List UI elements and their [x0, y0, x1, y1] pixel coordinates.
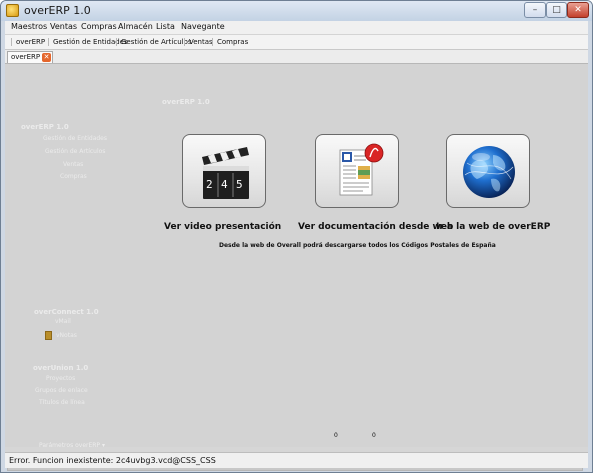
- toolbar-separator: [116, 38, 117, 46]
- menu-bar: Maestros Ventas Compras Almacén Lista Na…: [5, 21, 588, 35]
- close-button[interactable]: ✕: [567, 2, 589, 18]
- globe-icon: [463, 146, 515, 198]
- menu-compras[interactable]: Compras: [81, 22, 117, 31]
- toolbar-separator: [184, 38, 185, 46]
- video-presentation-label[interactable]: Ver video presentación: [164, 222, 281, 232]
- web-overerp-button[interactable]: [446, 134, 530, 208]
- tab-overerp[interactable]: overERP ✕: [7, 51, 53, 63]
- app-icon: [6, 4, 19, 17]
- section-title-overerp: overERP 1.0: [21, 123, 69, 131]
- clapperboard-icon: 2 4 5: [202, 147, 249, 199]
- sidebar-item-gestion-entidades[interactable]: Gestión de Entidades: [43, 135, 107, 142]
- title-bar[interactable]: overERP 1.0 – □ ✕: [1, 1, 592, 21]
- info-text: Desde la web de Overall podrá descargars…: [219, 242, 496, 249]
- header-title: overERP 1.0: [162, 98, 210, 106]
- parameters-dropdown[interactable]: Parámetros overERP ▾: [39, 442, 105, 449]
- main-content: overERP 1.0 overERP 1.0 Gestión de Entid…: [5, 64, 588, 471]
- tab-close-icon[interactable]: ✕: [42, 53, 51, 62]
- sidebar-item-vnotas[interactable]: vNotas: [56, 332, 77, 339]
- status-message: Error. Funcion inexistente: 2c4uvbg3.vcd…: [9, 456, 216, 465]
- menu-maestros[interactable]: Maestros: [11, 22, 47, 31]
- menu-almacen[interactable]: Almacén: [118, 22, 153, 31]
- status-bar: Error. Funcion inexistente: 2c4uvbg3.vcd…: [5, 452, 588, 468]
- toolbar-gestion-articulos[interactable]: Gestión de Artículos: [121, 38, 192, 46]
- toolbar-separator: [11, 38, 12, 46]
- window-title: overERP 1.0: [24, 4, 91, 17]
- web-documentation-label[interactable]: Ver documentación desde web: [298, 222, 453, 232]
- pdf-document-icon: [339, 143, 384, 196]
- svg-text:5: 5: [236, 178, 243, 191]
- web-documentation-button[interactable]: [315, 134, 399, 208]
- svg-text:2: 2: [206, 178, 213, 191]
- maximize-button[interactable]: □: [546, 2, 567, 18]
- tab-label: overERP: [11, 53, 41, 61]
- toolbar-separator: [212, 38, 213, 46]
- menu-ventas[interactable]: Ventas: [50, 22, 77, 31]
- toolbar-separator: [48, 38, 49, 46]
- client-area: Maestros Ventas Compras Almacén Lista Na…: [5, 21, 588, 471]
- web-overerp-label[interactable]: Ir a la web de overERP: [436, 222, 550, 232]
- sidebar-item-proyectos[interactable]: Proyectos: [46, 375, 75, 382]
- menu-lista[interactable]: Lista: [156, 22, 175, 31]
- toolbar-ventas[interactable]: Ventas: [189, 38, 213, 46]
- notes-icon: [45, 331, 52, 340]
- sidebar-item-ventas[interactable]: Ventas: [63, 161, 83, 168]
- sidebar-item-titulos-linea[interactable]: Títulos de línea: [39, 399, 85, 406]
- toolbar: overERP Gestión de Entidades Gestión de …: [5, 35, 588, 50]
- counter-left: 0: [334, 432, 338, 439]
- sidebar-item-grupos-enlace[interactable]: Grupos de enlace: [35, 387, 88, 394]
- menu-navegante[interactable]: Navegante: [181, 22, 225, 31]
- toolbar-overerp[interactable]: overERP: [16, 38, 45, 46]
- minimize-button[interactable]: –: [524, 2, 546, 18]
- sidebar-item-gestion-articulos[interactable]: Gestión de Artículos: [45, 148, 105, 155]
- section-title-overunion: overUnion 1.0: [33, 364, 89, 372]
- tab-strip: overERP ✕: [5, 50, 588, 64]
- video-presentation-button[interactable]: 2 4 5: [182, 134, 266, 208]
- sidebar-item-vmail[interactable]: vMail: [55, 318, 71, 325]
- svg-text:4: 4: [221, 178, 228, 191]
- counter-right: 0: [372, 432, 376, 439]
- section-title-overconnect: overConnect 1.0: [34, 308, 99, 316]
- app-window: overERP 1.0 – □ ✕ Maestros Ventas Compra…: [0, 0, 593, 473]
- toolbar-compras[interactable]: Compras: [217, 38, 248, 46]
- sidebar-item-compras[interactable]: Compras: [60, 173, 87, 180]
